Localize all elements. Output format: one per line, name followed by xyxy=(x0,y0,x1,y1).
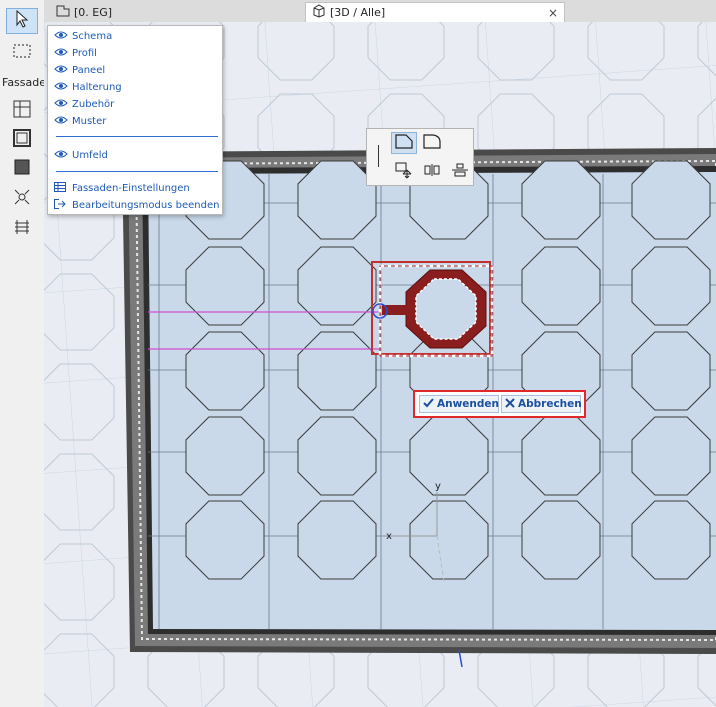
menu-item-zubehoer-label: Zubehör xyxy=(72,98,115,110)
curtainwall-panel-icon xyxy=(12,128,32,152)
menu-item-profil[interactable]: Profil xyxy=(54,45,97,61)
curtainwall-frame-tool[interactable] xyxy=(6,98,38,124)
octagon-cell xyxy=(409,416,489,496)
octagon-cell xyxy=(521,160,601,240)
close-tab-icon[interactable]: × xyxy=(548,6,558,20)
tab-floor-plan-label: [0. EG] xyxy=(74,5,113,19)
curtainwall-accessory-tool[interactable] xyxy=(6,216,38,242)
cube-3d-icon xyxy=(312,4,326,21)
curtainwall-panel-tool[interactable] xyxy=(6,127,38,153)
eye-icon xyxy=(54,81,68,93)
curtain-wall-visibility-menu: Schema Profil Paneel Halterung Zubehör M… xyxy=(47,25,223,215)
eye-icon xyxy=(54,149,68,161)
move-button[interactable] xyxy=(391,161,417,183)
view-tab-bar: [0. EG] [3D / Alle] × xyxy=(44,0,716,23)
menu-item-settings[interactable]: Fassaden-Einstellungen xyxy=(54,180,190,196)
menu-item-schema[interactable]: Schema xyxy=(54,28,112,44)
menu-item-muster[interactable]: Muster xyxy=(54,113,106,129)
menu-item-settings-label: Fassaden-Einstellungen xyxy=(72,182,190,194)
octagon-cell xyxy=(297,331,377,411)
curtainwall-fill-icon xyxy=(12,157,32,181)
octagon-cell xyxy=(297,500,377,580)
curved-shape-button[interactable] xyxy=(419,132,445,154)
corner-shape-icon xyxy=(394,133,414,153)
menu-item-halterung-label: Halterung xyxy=(72,81,122,93)
octagon-cell xyxy=(521,500,601,580)
octagon-cell xyxy=(631,500,711,580)
octagon-cell xyxy=(631,331,711,411)
align-icon xyxy=(450,162,470,182)
menu-item-paneel-label: Paneel xyxy=(72,64,106,76)
cancel-button-label: Abbrechen xyxy=(518,398,582,410)
palette-label: Fassade xyxy=(2,76,47,89)
menu-item-schema-label: Schema xyxy=(72,30,113,42)
marquee-tool-button[interactable] xyxy=(6,40,38,66)
octagon-cell xyxy=(409,500,489,580)
octagon-cell xyxy=(185,500,265,580)
octagon-cell xyxy=(297,160,377,240)
arrow-tool-button[interactable] xyxy=(6,8,38,34)
octagon-cell xyxy=(631,246,711,326)
edit-pet-palette xyxy=(366,128,474,186)
align-button[interactable] xyxy=(447,161,473,183)
offset-icon xyxy=(422,162,442,182)
menu-separator xyxy=(56,136,218,137)
octagon-cell xyxy=(521,246,601,326)
octagon-cell xyxy=(521,416,601,496)
menu-item-zubehoer[interactable]: Zubehör xyxy=(54,96,114,112)
menu-item-exit-edit-mode[interactable]: Bearbeitungsmodus beenden xyxy=(54,197,219,213)
move-icon xyxy=(394,161,414,183)
eye-icon xyxy=(54,47,68,59)
octagon-cell xyxy=(297,246,377,326)
cross-icon xyxy=(505,397,515,411)
arrow-icon xyxy=(14,9,30,32)
menu-separator xyxy=(56,171,218,172)
curtainwall-fill-tool[interactable] xyxy=(6,156,38,182)
floor-plan-icon xyxy=(56,5,70,20)
toolbox: Fassade xyxy=(0,0,47,707)
tab-floor-plan[interactable]: [0. EG] xyxy=(50,2,230,22)
x-axis-label: x xyxy=(386,531,392,542)
offset-button[interactable] xyxy=(419,161,445,183)
octagon-cell xyxy=(631,416,711,496)
menu-item-umfeld-label: Umfeld xyxy=(72,149,108,161)
palette-divider xyxy=(378,145,379,167)
settings-table-icon xyxy=(54,182,68,194)
eye-icon xyxy=(54,98,68,110)
curved-shape-icon xyxy=(422,133,442,153)
curtainwall-junction-icon xyxy=(12,187,32,211)
menu-item-muster-label: Muster xyxy=(72,115,107,127)
cancel-button[interactable]: Abbrechen xyxy=(501,395,582,413)
tab-3d-view-label: [3D / Alle] xyxy=(330,6,386,19)
checkmark-icon xyxy=(423,397,434,411)
eye-icon xyxy=(54,115,68,127)
apply-button[interactable]: Anwenden xyxy=(419,395,499,413)
menu-item-profil-label: Profil xyxy=(72,47,97,59)
tab-3d-view[interactable]: [3D / Alle] × xyxy=(305,2,565,22)
menu-item-umfeld[interactable]: Umfeld xyxy=(54,147,108,163)
curtainwall-frame-icon xyxy=(12,99,32,123)
eye-icon xyxy=(54,64,68,76)
menu-item-halterung[interactable]: Halterung xyxy=(54,79,122,95)
octagon-cell xyxy=(631,160,711,240)
curtainwall-junction-tool[interactable] xyxy=(6,186,38,212)
octagon-cell xyxy=(185,246,265,326)
octagon-cell xyxy=(185,416,265,496)
curtainwall-accessory-icon xyxy=(12,217,32,241)
octagon-cell xyxy=(297,416,377,496)
y-axis-label: y xyxy=(435,481,441,492)
marquee-icon xyxy=(12,43,32,63)
eye-icon xyxy=(54,30,68,42)
shape-edit-button[interactable] xyxy=(391,132,417,154)
octagon-cell xyxy=(185,331,265,411)
menu-item-exit-edit-mode-label: Bearbeitungsmodus beenden xyxy=(72,199,220,211)
menu-item-paneel[interactable]: Paneel xyxy=(54,62,105,78)
apply-button-label: Anwenden xyxy=(437,398,500,410)
exit-icon xyxy=(54,199,68,211)
confirm-edit-bar: Anwenden Abbrechen xyxy=(413,390,586,418)
